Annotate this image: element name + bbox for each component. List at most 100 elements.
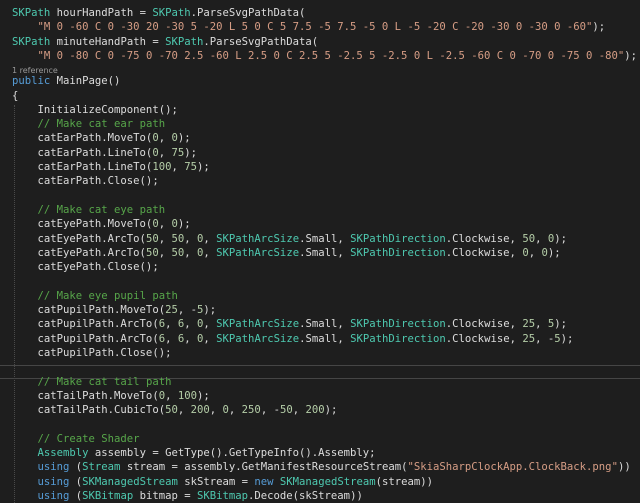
code-token-p: ); [554,318,568,331]
code-token-n: 50 [171,232,185,245]
code-token-p: catTailPath.MoveTo( [12,389,159,402]
code-token-n: 100 [152,161,172,173]
code-token-p: { [12,89,19,102]
code-token-p: (stream)) [375,475,433,488]
code-line: catEarPath.MoveTo(0, 0); [12,131,191,145]
code-token-p [12,376,38,388]
code-token-n: 250 [241,404,261,417]
code-line: catPupilPath.ArcTo(6, 6, 0, SKPathArcSiz… [12,332,574,346]
code-token-t: SKPath [165,35,204,48]
code-token-c: // Make cat ear path [37,118,166,131]
code-token-t: SKPathArcSize [216,332,300,345]
code-token-t: SKPathDirection [350,246,446,259]
code-token-n: 50 [522,232,536,245]
code-line: catEyePath.ArcTo(50, 50, 0, SKPathArcSiz… [12,246,561,260]
code-token-s: "M 0 -60 C 0 -30 20 -30 5 -20 L 5 0 C 5 … [37,21,593,34]
code-line: catTailPath.MoveTo(0, 100); [12,389,210,403]
code-token-p: , [535,318,548,331]
code-token-n: 25 [522,332,536,345]
code-token-p: .Clockwise, [445,318,523,331]
code-token-c: // Create Shader [37,432,140,445]
code-token-n: 50 [145,232,159,245]
code-token-t: SKPath [12,7,51,19]
code-token-p: , [184,318,198,331]
code-token-p: , [165,389,178,402]
code-line: catPupilPath.ArcTo(6, 6, 0, SKPathArcSiz… [12,317,568,331]
code-line: using (SKManagedStream skStream = new SK… [12,475,433,489]
code-token-p [12,490,38,502]
code-token-p: catPupilPath.Close(); [12,346,172,359]
code-line: Assembly assembly = GetType().GetTypeInf… [12,446,376,460]
code-token-p: bitmap = [133,489,197,502]
code-token-t: SKPathDirection [350,318,446,331]
code-line: catEarPath.Close(); [12,174,159,188]
code-line: // Make eye pupil path [12,289,178,303]
code-token-p: ); [184,146,198,159]
code-token-k: new [254,475,274,488]
code-token-n: 50 [171,246,185,259]
code-token-p: , [158,218,172,231]
code-token-p: ); [197,161,210,173]
code-token-p: catEarPath.LineTo( [12,146,153,159]
code-token-p: .Clockwise, [445,246,523,259]
code-token-t: SKPathDirection [350,232,446,245]
code-token-p: , - [177,304,197,316]
code-token-p: , [203,232,217,245]
code-token-p: , [171,161,185,173]
code-token-p: , [535,232,548,245]
code-editor[interactable]: SKPath hourHandPath = SKPath.ParseSvgPat… [0,0,640,503]
code-token-c: // Make cat eye path [37,203,166,216]
code-line: catEyePath.Close(); [12,260,159,274]
code-token-t: Stream [82,461,121,474]
code-token-n: 25 [522,318,536,331]
code-token-p: , [228,404,242,417]
code-token-p: , [158,232,172,245]
code-token-p: .Clockwise, [445,332,523,345]
code-token-p: InitializeComponent(); [12,103,178,116]
code-token-t: SKPathArcSize [216,318,300,331]
code-token-p [12,118,38,130]
code-token-p: , [528,246,542,259]
code-token-p: , [203,332,217,345]
code-token-p [12,290,38,302]
code-token-p: ); [554,232,568,245]
code-token-p: catTailPath.CubicTo( [12,404,166,417]
code-token-p: , [158,146,172,159]
code-line: catEarPath.LineTo(100, 75); [12,160,210,174]
code-token-p: , - [260,404,280,417]
code-token-p: stream = assembly.GetManifestResourceStr… [120,461,408,474]
code-token-p: catEarPath.Close(); [12,175,159,188]
code-token-p: ); [592,21,606,34]
code-token-n: 25 [165,304,178,316]
code-line: catEyePath.MoveTo(0, 0); [12,217,191,231]
code-token-s: "SkiaSharpClockApp.ClockBack.png" [407,461,618,474]
code-token-p: ); [203,304,217,316]
code-token-p: catEarPath.MoveTo( [12,132,153,145]
code-token-p: .Small, [299,246,351,259]
code-line: "M 0 -80 C 0 -75 0 -70 2.5 -60 L 2.5 0 C… [12,49,638,63]
code-token-p: ( [69,489,83,502]
code-line: catTailPath.CubicTo(50, 200, 0, 250, -50… [12,403,338,417]
code-token-p: , [177,404,191,417]
code-token-k: using [37,475,70,488]
code-token-p: .Small, [299,318,351,331]
current-line-highlight-top [0,365,640,366]
code-token-p: ); [547,246,561,259]
code-token-p: hourHandPath = [50,7,153,19]
code-token-p: catEyePath.Close(); [12,261,159,274]
code-token-t: SKPathArcSize [216,246,300,259]
code-token-p: .Small, [299,332,351,345]
code-token-p [12,447,38,459]
code-token-p: ( [69,475,83,488]
code-token-p: catEarPath.LineTo( [12,161,153,173]
code-token-p: , [158,246,172,259]
code-token-p: catEyePath.ArcTo( [12,246,146,259]
code-token-p: catPupilPath.ArcTo( [12,318,159,331]
code-token-t: SKPathArcSize [216,232,300,245]
code-line: public MainPage() [12,74,120,88]
code-token-k: using [37,461,70,474]
code-token-p: )) [617,461,631,474]
code-token-t: SKBitmap [82,489,134,502]
code-token-t: Assembly [37,447,89,459]
code-token-p: ); [177,218,191,231]
